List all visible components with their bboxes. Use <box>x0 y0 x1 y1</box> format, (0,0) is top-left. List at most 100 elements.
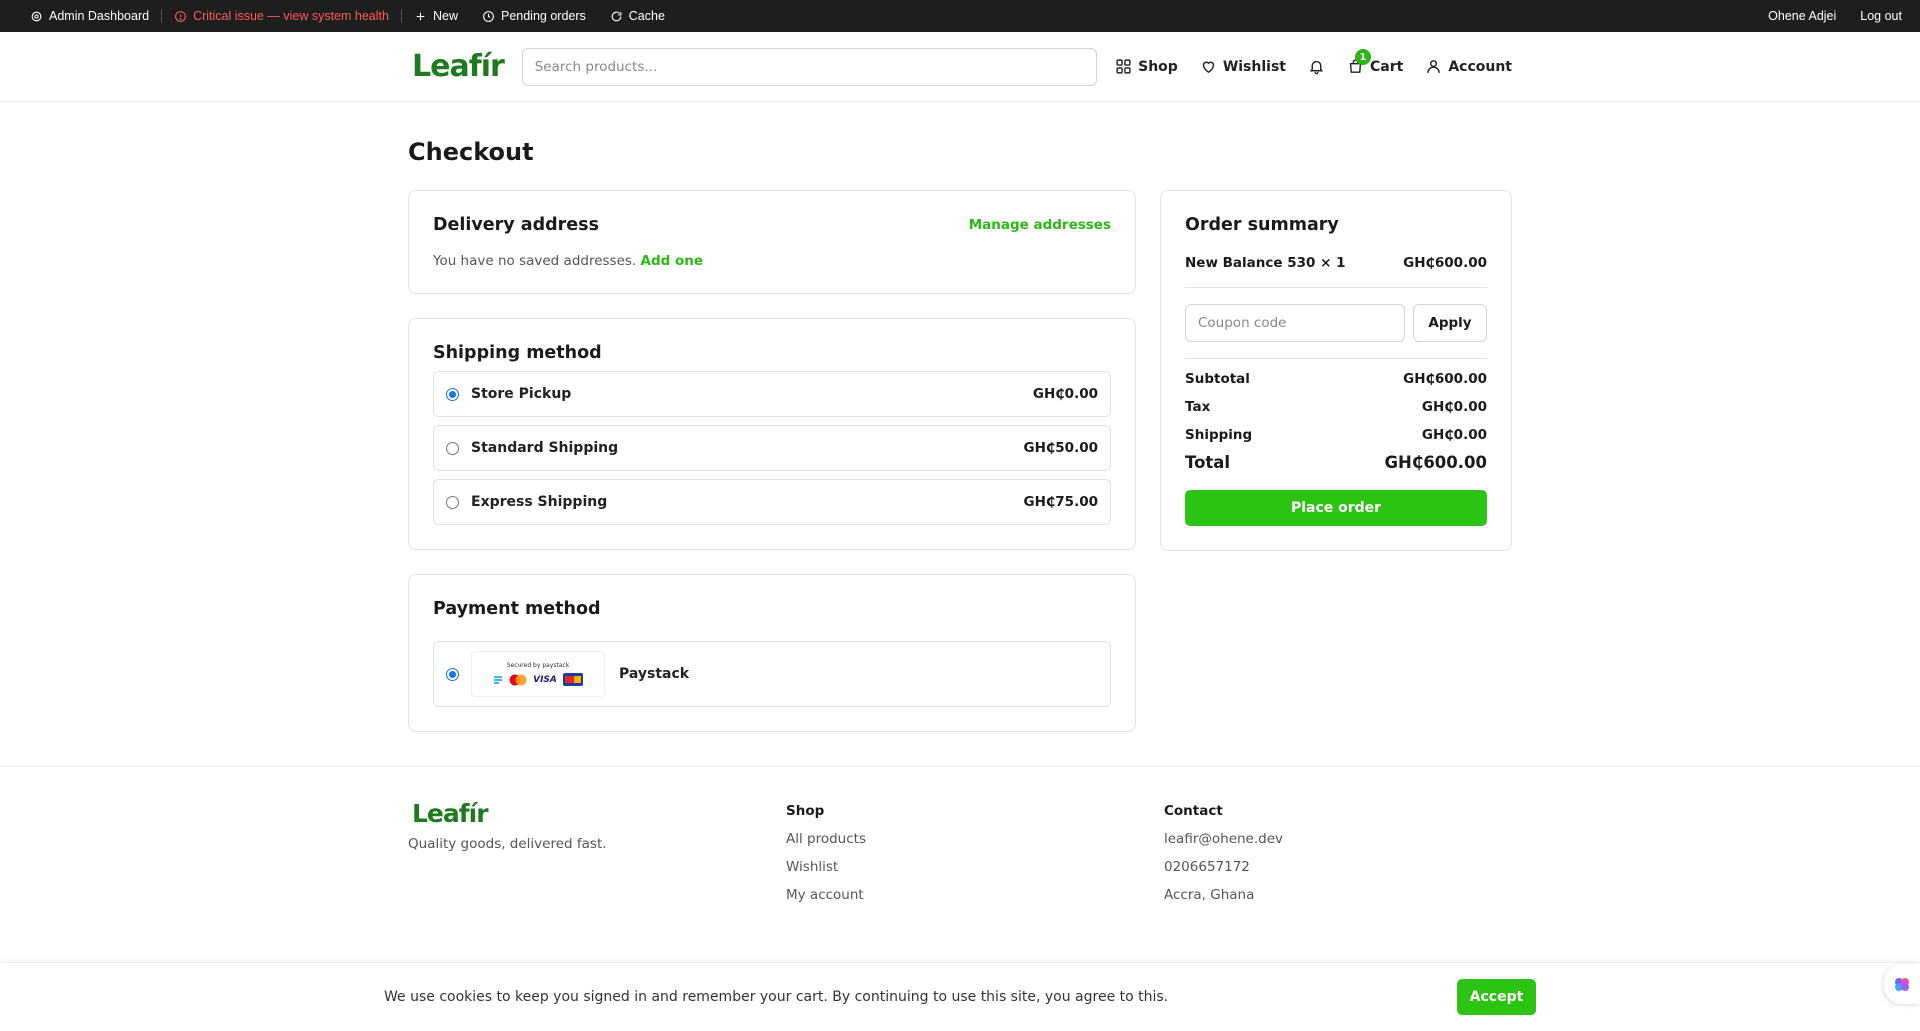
paystack-logo: Secured by paystack VISA <box>471 651 605 697</box>
tax-value: GH₵0.00 <box>1421 399 1487 415</box>
coupon-row: Coupon code Apply <box>1185 304 1487 359</box>
pending-orders-label: Pending orders <box>500 9 586 23</box>
refresh-icon <box>611 11 622 21</box>
shipping-method-card: Shipping method Store Pickup GH₵0.00 Sta… <box>408 318 1136 550</box>
paystack-icon <box>494 675 503 684</box>
footer-contact-location: Accra, Ghana <box>1164 887 1255 903</box>
user-icon <box>1427 60 1441 73</box>
grid-icon <box>1116 59 1131 74</box>
footer-tagline: Quality goods, delivered fast. <box>408 836 607 852</box>
subtotal-value: GH₵600.00 <box>1403 371 1487 387</box>
bell-icon <box>1309 60 1324 75</box>
checkout-left-column: Delivery address Manage addresses You ha… <box>408 190 1136 756</box>
nav-shop[interactable]: Shop <box>1115 58 1178 75</box>
assistant-widget-button[interactable] <box>1884 964 1920 1004</box>
cart-count-badge: 1 <box>1354 49 1371 65</box>
shipping-option-label: Express Shipping <box>471 494 608 510</box>
site-footer: Leafír Quality goods, delivered fast. Sh… <box>0 766 1920 903</box>
manage-addresses-link[interactable]: Manage addresses <box>969 217 1111 233</box>
shipping-option-label: Standard Shipping <box>471 440 619 456</box>
footer-brand: Leafír Quality goods, delivered fast. <box>408 799 786 903</box>
nav-account-label: Account <box>1448 58 1512 75</box>
payment-option-label: Paystack <box>619 666 690 682</box>
pending-orders-link[interactable]: Pending orders <box>470 0 598 32</box>
critical-issue-label: Critical issue — view system health <box>193 9 389 23</box>
heart-icon <box>1202 61 1214 74</box>
footer-contact-heading: Contact <box>1164 803 1223 819</box>
search-input[interactable]: Search products... <box>521 47 1098 86</box>
new-label: New <box>432 9 458 23</box>
footer-contact-phone: 0206657172 <box>1164 859 1250 875</box>
place-order-button[interactable]: Place order <box>1185 490 1487 526</box>
order-summary-card: Order summary New Balance 530 × 1 GH₵600… <box>1160 190 1512 551</box>
mastercard-icon <box>509 674 527 685</box>
site-header: Leafír Search products... Shop Wishlist … <box>0 32 1920 102</box>
alert-circle-icon <box>175 10 186 22</box>
order-summary-column: Order summary New Balance 530 × 1 GH₵600… <box>1160 190 1512 575</box>
footer-contact-email[interactable]: leafir@ohene.dev <box>1164 831 1283 847</box>
total-row: Total GH₵600.00 <box>1185 453 1487 472</box>
radio-button[interactable] <box>446 441 459 455</box>
nav-wishlist-label: Wishlist <box>1222 58 1286 75</box>
footer-link-wishlist[interactable]: Wishlist <box>786 859 1164 875</box>
visa-icon: VISA <box>533 674 557 685</box>
gear-icon <box>31 11 42 21</box>
checkout-main: Checkout Delivery address Manage address… <box>408 138 1512 756</box>
nav-cart-label: Cart <box>1369 58 1404 75</box>
admin-dashboard-link[interactable]: Admin Dashboard <box>18 0 161 32</box>
shipping-label: Shipping <box>1185 427 1253 443</box>
footer-logo[interactable]: Leafír <box>408 799 786 828</box>
order-summary-title: Order summary <box>1185 215 1339 235</box>
shipping-option-store-pickup[interactable]: Store Pickup GH₵0.00 <box>433 371 1111 417</box>
nav-notifications[interactable] <box>1308 58 1325 75</box>
apply-coupon-button[interactable]: Apply <box>1413 304 1487 342</box>
shipping-option-standard[interactable]: Standard Shipping GH₵50.00 <box>433 425 1111 471</box>
radio-button[interactable] <box>446 495 459 509</box>
site-logo[interactable]: Leafír <box>408 49 516 84</box>
secured-by-text: Secured by paystack <box>506 662 570 669</box>
payment-option-paystack[interactable]: Secured by paystack VISA Paystack <box>433 641 1111 707</box>
totals-section: Subtotal GH₵600.00 Tax GH₵0.00 Shipping … <box>1185 371 1487 472</box>
total-value: GH₵600.00 <box>1384 453 1487 472</box>
cookie-banner: We use cookies to keep you signed in and… <box>0 962 1920 1031</box>
radio-button[interactable] <box>446 387 459 401</box>
main-nav: Shop Wishlist 1 Cart Account <box>1115 49 1512 75</box>
shipping-option-price: GH₵0.00 <box>1032 386 1098 402</box>
order-item-price: GH₵600.00 <box>1403 255 1487 271</box>
nav-account[interactable]: Account <box>1425 58 1512 75</box>
order-item-name: New Balance 530 × 1 <box>1185 255 1346 271</box>
order-item-row: New Balance 530 × 1 GH₵600.00 <box>1185 255 1487 288</box>
critical-issue-link[interactable]: Critical issue — view system health <box>162 0 401 32</box>
footer-link-my-account[interactable]: My account <box>786 887 1164 903</box>
admin-bar: Admin Dashboard Critical issue — view sy… <box>0 0 1920 32</box>
shipping-row: Shipping GH₵0.00 <box>1185 427 1487 443</box>
payment-method-title: Payment method <box>433 599 601 619</box>
cache-link[interactable]: Cache <box>598 0 677 32</box>
add-address-link[interactable]: Add one <box>641 253 704 269</box>
footer-link-all-products[interactable]: All products <box>786 831 1164 847</box>
shipping-option-label: Store Pickup <box>471 386 572 402</box>
nav-cart[interactable]: 1 Cart <box>1347 49 1404 75</box>
logout-link[interactable]: Log out <box>1848 9 1902 23</box>
admin-bar-user-area: Ohene Adjei Log out <box>1756 9 1902 23</box>
no-addresses-message: You have no saved addresses. <box>433 253 637 269</box>
page-title: Checkout <box>408 138 534 166</box>
coupon-input[interactable]: Coupon code <box>1185 304 1405 342</box>
nav-shop-label: Shop <box>1138 58 1178 75</box>
new-link[interactable]: New <box>402 0 470 32</box>
admin-dashboard-label: Admin Dashboard <box>49 9 150 23</box>
accept-cookies-button[interactable]: Accept <box>1457 979 1536 1015</box>
footer-shop-links: Shop All products Wishlist My account <box>786 799 1164 903</box>
user-name[interactable]: Ohene Adjei <box>1756 9 1848 23</box>
total-label: Total <box>1185 453 1231 472</box>
tax-row: Tax GH₵0.00 <box>1185 399 1487 415</box>
no-addresses-text: You have no saved addresses. Add one <box>433 253 1111 269</box>
shipping-value: GH₵0.00 <box>1421 427 1487 443</box>
nav-wishlist[interactable]: Wishlist <box>1200 58 1286 75</box>
cache-label: Cache <box>628 9 665 23</box>
shipping-option-express[interactable]: Express Shipping GH₵75.00 <box>433 479 1111 525</box>
radio-button[interactable] <box>446 667 459 681</box>
plus-icon <box>416 12 425 20</box>
shipping-option-price: GH₵50.00 <box>1023 440 1098 456</box>
tax-label: Tax <box>1185 399 1211 415</box>
